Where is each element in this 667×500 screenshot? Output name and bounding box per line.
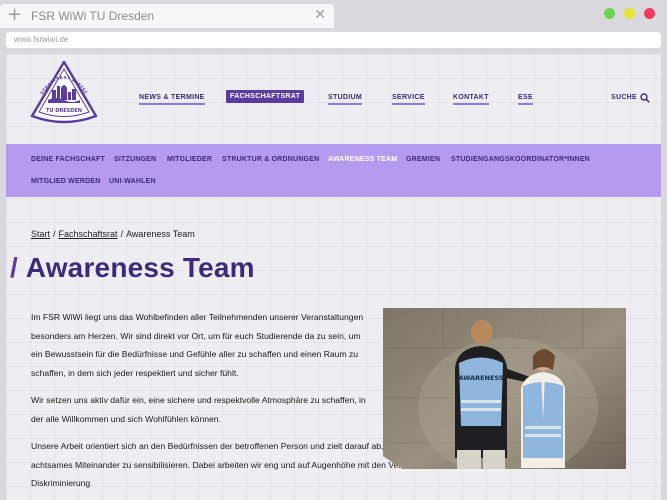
page-heading: / Awareness Team [10,252,255,284]
subnav-deine-fachschaft[interactable]: DEINE FACHSCHAFT [31,156,105,163]
subnav-sitzungen[interactable]: SITZUNGEN [114,156,156,163]
minimize-button[interactable] [624,8,635,19]
svg-text:AWARENESS: AWARENESS [458,374,503,382]
page-content: Im FSR WiWi liegt uns das Wohlbefinden a… [31,308,558,500]
breadcrumb-current: Awareness Team [126,229,195,239]
subnav-uni-wahlen[interactable]: UNI-WAHLEN [109,178,156,185]
tab-title: FSR WiWi TU Dresden [31,9,155,23]
close-window-button[interactable] [644,8,655,19]
svg-text:TU DRESDEN: TU DRESDEN [46,108,82,114]
nav-kontakt[interactable]: KONTAKT [453,94,489,105]
maximize-button[interactable] [604,8,615,19]
awareness-team-photo: AWARENESS [383,308,626,469]
breadcrumb-fachschaftsrat[interactable]: Fachschaftsrat [59,229,118,239]
search-icon[interactable] [640,93,650,103]
close-tab-icon[interactable]: ✕ [314,7,326,23]
browser-chrome: + FSR WiWi TU Dresden ✕ www.fsrwiwi.de [0,0,667,54]
browser-tab[interactable]: + FSR WiWi TU Dresden ✕ [0,4,334,28]
paragraph-2: Wir setzen uns aktiv dafür ein, eine sic… [31,395,366,424]
subnav-mitglieder[interactable]: MITGLIEDER [167,156,212,163]
nav-studium[interactable]: STUDIUM [328,94,362,105]
subnav-struktur-ordnungen[interactable]: STRUKTUR & ORDNUNGEN [222,156,319,163]
title-slash: / [10,252,18,283]
subnav-gremien[interactable]: GREMIEN [406,156,440,163]
new-tab-icon[interactable]: + [7,6,22,24]
breadcrumb: Start / Fachschaftsrat / Awareness Team [31,229,195,239]
web-page: FACHSCHAFTSRAT WIRTSCHAFT TU DRESDEN NEW… [6,54,661,500]
page-title: Awareness Team [25,252,255,283]
window-controls [604,8,655,19]
subnav-studiengangskoordinatoren[interactable]: STUDIENGANGSKOORDINATOR*INNEN [451,156,590,163]
address-bar[interactable]: www.fsrwiwi.de [6,32,661,48]
paragraph-1: Im FSR WiWi liegt uns das Wohlbefinden a… [31,312,364,378]
subnav-awareness-team[interactable]: AWARENESS TEAM [328,156,397,163]
fsr-logo[interactable]: FACHSCHAFTSRAT WIRTSCHAFT TU DRESDEN [30,60,98,126]
subnav-mitglied-werden[interactable]: MITGLIED WERDEN [31,178,101,185]
nav-fachschaftsrat[interactable]: FACHSCHAFTSRAT [226,90,305,103]
search-label[interactable]: SUCHE [611,94,637,101]
sub-navigation: DEINE FACHSCHAFT SITZUNGEN MITGLIEDER ST… [6,144,661,197]
nav-news-termine[interactable]: NEWS & TERMINE [139,94,205,105]
nav-ese[interactable]: ESE [518,94,533,105]
nav-service[interactable]: SERVICE [392,94,425,105]
breadcrumb-start[interactable]: Start [31,229,50,239]
